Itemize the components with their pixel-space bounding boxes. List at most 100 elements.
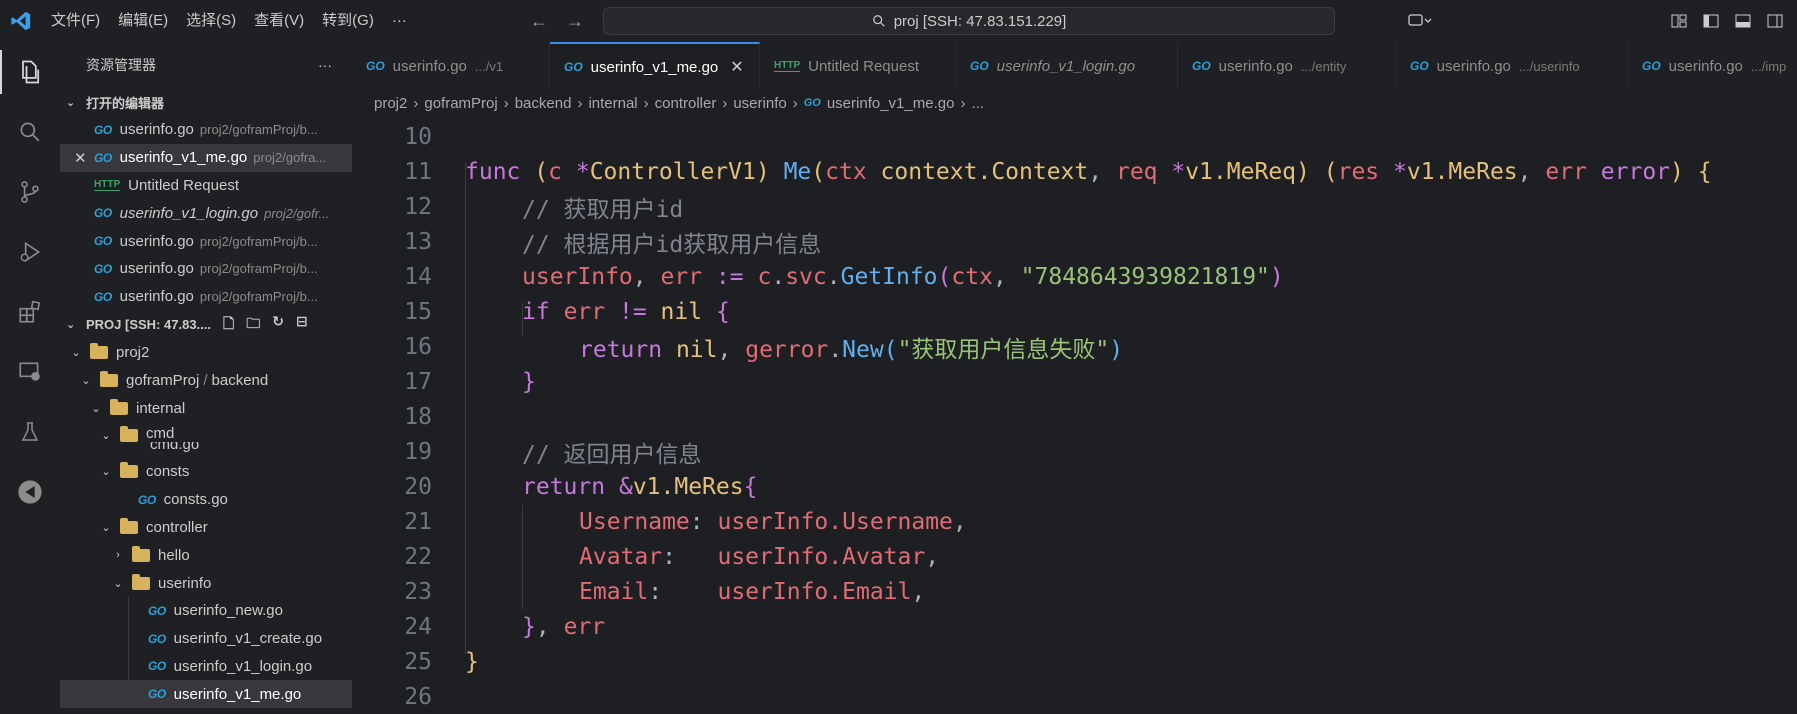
- open-editor-item[interactable]: GO userinfo.go proj2/goframProj/b...: [60, 283, 352, 311]
- remote-explorer-icon[interactable]: [0, 342, 60, 402]
- open-editor-item[interactable]: GO userinfo_v1_login.go proj2/gofr...: [60, 199, 352, 227]
- refresh-icon[interactable]: ↻: [272, 313, 284, 337]
- go-file-icon: GO: [1410, 59, 1429, 73]
- toggle-secondary-sidebar-icon[interactable]: [1759, 0, 1791, 42]
- close-icon[interactable]: ✕: [730, 57, 743, 77]
- open-editor-name: userinfo.go: [119, 121, 194, 139]
- tree-file[interactable]: GO userinfo_v1_create.go: [60, 624, 352, 653]
- tab[interactable]: GO userinfo.go .../imp: [1628, 42, 1797, 90]
- code-editor[interactable]: 10 11 func (c *ControllerV1) Me(ctx cont…: [352, 118, 1797, 714]
- breadcrumb-item[interactable]: proj2: [374, 95, 407, 112]
- back-arrow-icon[interactable]: ←: [530, 11, 548, 32]
- copilot-chat-icon[interactable]: [1395, 0, 1445, 42]
- tree-file[interactable]: GO userinfo_new.go: [60, 596, 352, 625]
- breadcrumb-item[interactable]: internal: [588, 95, 637, 112]
- tree-file-consts-go[interactable]: GO consts.go: [60, 486, 352, 514]
- folder-open-icon: [120, 462, 138, 479]
- command-center-search[interactable]: proj [SSH: 47.83.151.229]: [603, 7, 1335, 35]
- line-number: 13: [404, 228, 432, 255]
- tab[interactable]: GO userinfo_v1_login.go: [956, 42, 1178, 90]
- menu-edit[interactable]: 编辑(E): [109, 0, 177, 42]
- project-title: PROJ [SSH: 47.83....: [86, 317, 211, 333]
- source-control-icon[interactable]: [0, 162, 60, 222]
- gitlens-icon[interactable]: [0, 462, 60, 522]
- toggle-panel-icon[interactable]: [1727, 0, 1759, 42]
- breadcrumb-item[interactable]: goframProj: [424, 95, 497, 112]
- breadcrumb-item[interactable]: userinfo_v1_me.go: [827, 95, 955, 112]
- tab-label: userinfo.go: [1436, 57, 1511, 75]
- tree-label: internal: [136, 399, 186, 417]
- open-editor-item-active[interactable]: ✕ GO userinfo_v1_me.go proj2/gofra...: [60, 143, 352, 172]
- line-number: 26: [404, 683, 432, 710]
- go-file-icon: GO: [94, 289, 112, 304]
- chevron-right-icon: ›: [722, 94, 728, 112]
- tab-active[interactable]: GO userinfo_v1_me.go ✕: [550, 42, 760, 90]
- tree-folder-goframproj-backend[interactable]: ⌄ goframProj / backend: [60, 366, 352, 394]
- search-icon[interactable]: [0, 102, 60, 162]
- open-editor-path: proj2/goframProj/b...: [199, 233, 318, 249]
- open-editor-item[interactable]: GO userinfo.go proj2/goframProj/b...: [60, 255, 352, 283]
- toggle-primary-sidebar-icon[interactable]: [1695, 0, 1727, 42]
- chevron-right-icon: ›: [960, 94, 966, 112]
- tree-folder-userinfo[interactable]: ⌄ userinfo: [60, 569, 352, 597]
- menu-selection[interactable]: 选择(S): [177, 0, 245, 42]
- go-file-icon: GO: [94, 261, 112, 276]
- folder-icon: [132, 545, 150, 562]
- open-editors-section[interactable]: ⌄ 打开的编辑器: [60, 88, 352, 116]
- menu-file[interactable]: 文件(F): [42, 0, 109, 42]
- line-number: 20: [404, 473, 432, 500]
- new-file-icon[interactable]: 🗋: [223, 313, 234, 337]
- project-section[interactable]: ⌄ PROJ [SSH: 47.83.... 🗋 🗀 ↻ ⊟: [60, 311, 352, 339]
- tab[interactable]: HTTP Untitled Request: [760, 42, 956, 90]
- breadcrumb-item[interactable]: backend: [515, 95, 572, 112]
- open-editor-item[interactable]: HTTP Untitled Request: [60, 172, 352, 200]
- open-editor-name: userinfo.go: [119, 288, 194, 306]
- testing-icon[interactable]: [0, 402, 60, 462]
- tab[interactable]: GO userinfo.go .../entity: [1178, 42, 1396, 90]
- tree-folder-controller[interactable]: ⌄ controller: [60, 514, 352, 542]
- tree-label: userinfo_new.go: [173, 602, 283, 620]
- close-icon[interactable]: ✕: [74, 149, 87, 167]
- go-file-icon: GO: [148, 687, 166, 702]
- breadcrumb-item[interactable]: controller: [655, 95, 717, 112]
- tab[interactable]: GO userinfo.go .../v1: [352, 42, 550, 90]
- tree-folder-consts[interactable]: ⌄ consts: [60, 458, 352, 486]
- extensions-icon[interactable]: [0, 282, 60, 342]
- tree-file[interactable]: GO userinfo_v1_login.go: [60, 652, 352, 681]
- line-number: 16: [404, 333, 432, 360]
- run-debug-icon[interactable]: [0, 222, 60, 282]
- go-file-icon: GO: [1192, 59, 1211, 73]
- tree-folder-cmd[interactable]: ⌄ cmd: [60, 422, 352, 442]
- tree-folder-internal[interactable]: ⌄ internal: [60, 394, 352, 422]
- tree-file-selected[interactable]: GO userinfo_v1_me.go: [60, 680, 352, 709]
- tree-label: cmd: [146, 424, 175, 442]
- menu-view[interactable]: 查看(V): [245, 0, 313, 42]
- open-editor-item[interactable]: GO userinfo.go proj2/goframProj/b...: [60, 116, 352, 144]
- tree-folder-proj2[interactable]: ⌄ proj2: [60, 339, 352, 367]
- go-file-icon: GO: [148, 631, 166, 646]
- explorer-icon[interactable]: [0, 42, 60, 102]
- go-file-icon: GO: [94, 122, 112, 137]
- forward-arrow-icon[interactable]: →: [566, 11, 584, 32]
- more-actions-icon[interactable]: ···: [318, 57, 332, 73]
- tree-label: hello: [158, 546, 190, 564]
- new-folder-icon[interactable]: 🗀: [246, 313, 260, 337]
- tree-label: goframProj: [126, 371, 200, 389]
- title-bar: 文件(F) 编辑(E) 选择(S) 查看(V) 转到(G) ··· ← → pr…: [0, 0, 1797, 42]
- tree-folder-hello[interactable]: › hello: [60, 541, 352, 569]
- code-line: 18: [352, 399, 1797, 434]
- menu-go[interactable]: 转到(G): [313, 0, 383, 42]
- tree-label: userinfo_v1_login.go: [173, 657, 313, 675]
- collapse-all-icon[interactable]: ⊟: [296, 313, 308, 337]
- chevron-down-icon: ⌄: [91, 402, 101, 415]
- chevron-down-icon: ⌄: [113, 577, 123, 590]
- tree-label: userinfo_v1_create.go: [173, 630, 323, 648]
- open-editor-item[interactable]: GO userinfo.go proj2/goframProj/b...: [60, 227, 352, 255]
- customize-layout-icon[interactable]: [1663, 0, 1695, 42]
- folder-open-icon: [100, 370, 118, 387]
- tab[interactable]: GO userinfo.go .../userinfo: [1396, 42, 1628, 90]
- menu-more[interactable]: ···: [383, 0, 416, 42]
- breadcrumb-item[interactable]: userinfo: [733, 95, 786, 112]
- tree-file-cmd-go[interactable]: cmd.go: [60, 442, 352, 458]
- breadcrumb-item[interactable]: ...: [971, 95, 984, 112]
